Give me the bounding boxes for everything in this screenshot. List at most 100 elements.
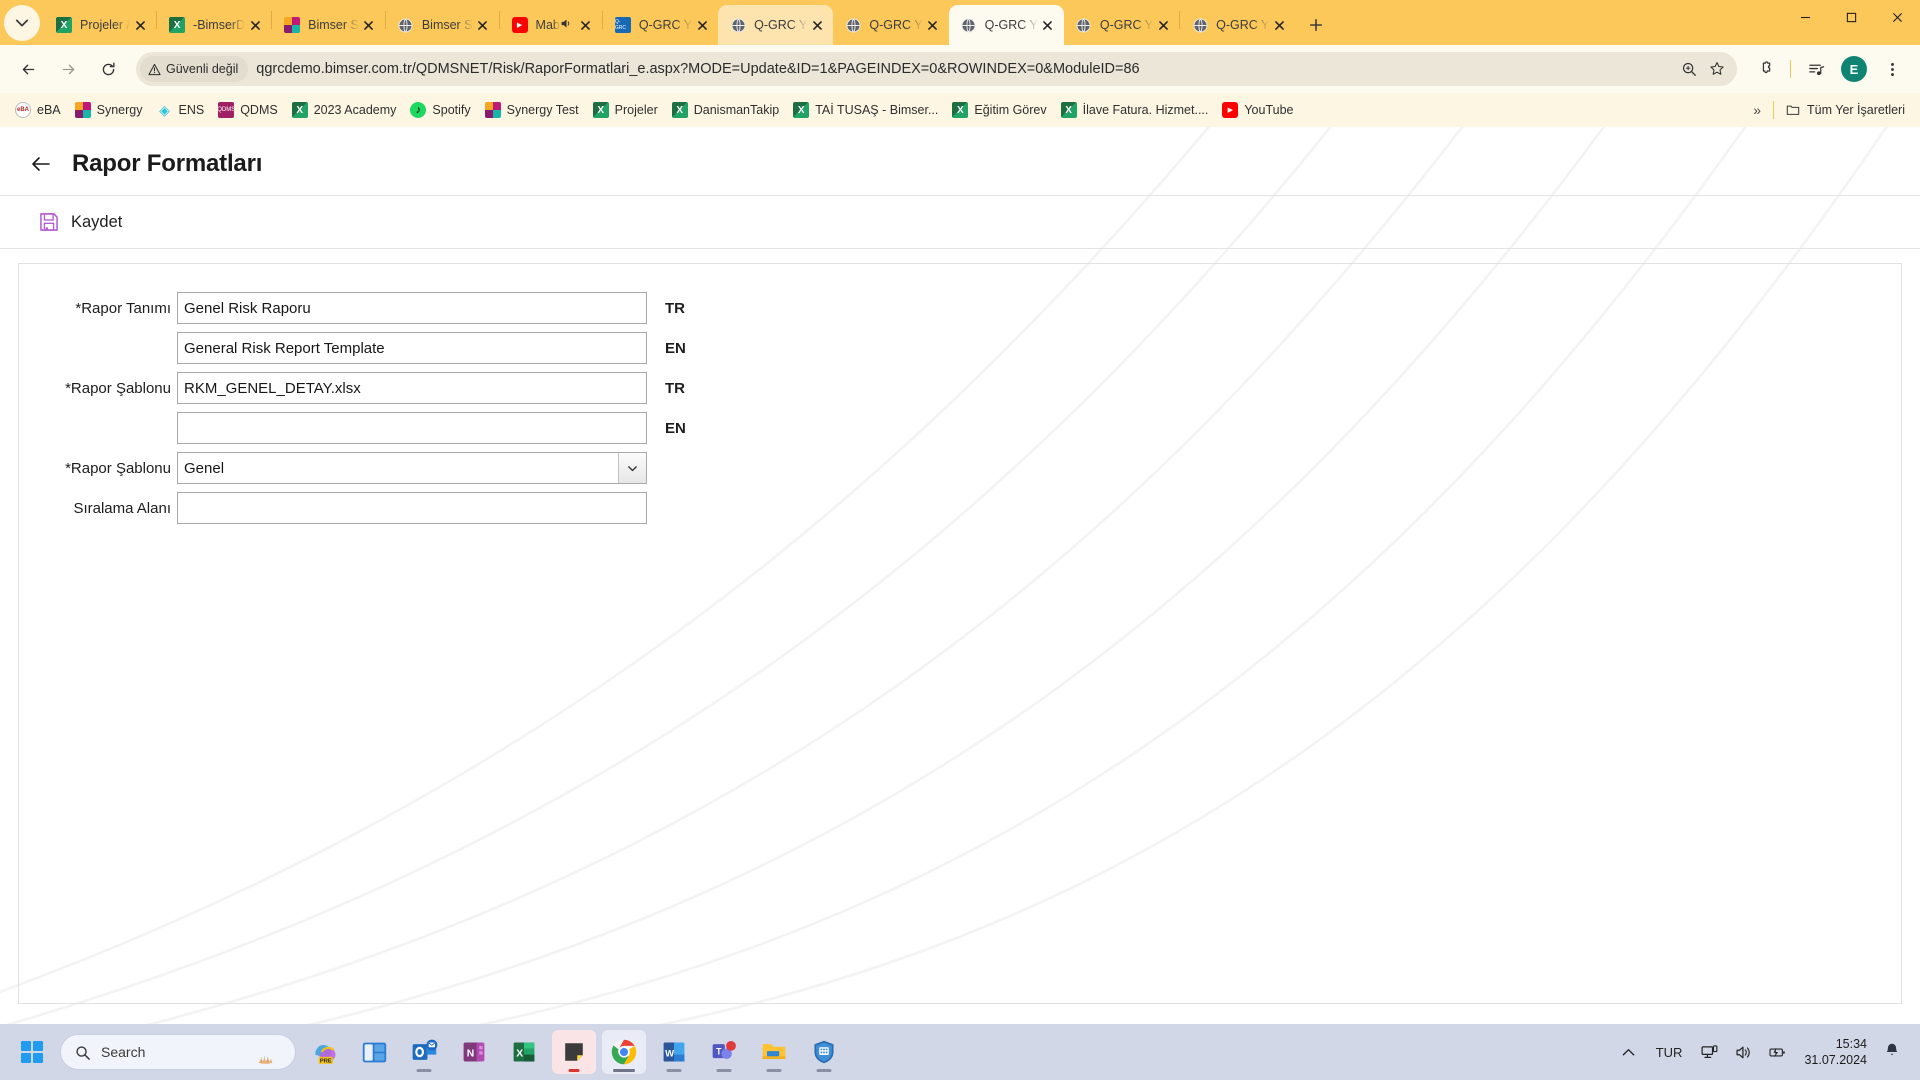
eba-icon: eBA <box>15 102 31 118</box>
close-button[interactable] <box>1874 0 1920 34</box>
word-button[interactable]: W <box>652 1030 696 1074</box>
tab-close-button[interactable] <box>1038 15 1058 35</box>
form-row: Sıralama Alanı <box>19 492 1901 524</box>
browser-tab[interactable]: X Projeler / <box>44 5 156 45</box>
tab-close-button[interactable] <box>1269 15 1289 35</box>
siralama-alani[interactable] <box>177 492 647 524</box>
browser-tab[interactable]: Bimser S <box>386 5 499 45</box>
bookmark-button[interactable] <box>1703 55 1731 83</box>
chevron-down-icon[interactable] <box>618 453 646 483</box>
extensions-button[interactable] <box>1748 52 1782 86</box>
ens-icon: ◈ <box>159 101 170 118</box>
bookmark-item[interactable]: ▶ YouTube <box>1215 97 1300 123</box>
security-button[interactable] <box>802 1030 846 1074</box>
browser-tab[interactable]: Bimser S <box>272 5 385 45</box>
network-button[interactable] <box>1694 1038 1725 1067</box>
bookmark-item[interactable]: ◈ ENS <box>150 97 212 123</box>
teams-button[interactable]: T <box>702 1030 746 1074</box>
zoom-button[interactable] <box>1675 55 1703 83</box>
tab-close-button[interactable] <box>923 15 943 35</box>
browser-tab[interactable]: Q-GRC Y <box>948 5 1064 45</box>
bookmark-item[interactable]: X Projeler <box>586 97 665 123</box>
bookmark-item[interactable]: Synergy <box>68 97 150 123</box>
rapor-tanimi-tr[interactable] <box>177 292 647 324</box>
minimize-button[interactable] <box>1782 0 1828 34</box>
tab-close-button[interactable] <box>1153 15 1173 35</box>
notification-button[interactable] <box>1878 1036 1906 1069</box>
browser-tab[interactable]: Q-GRC Y <box>718 5 834 45</box>
language-indicator[interactable]: TUR <box>1647 1039 1692 1066</box>
onenote-button[interactable]: N <box>452 1030 496 1074</box>
security-icon <box>814 1040 834 1064</box>
address-bar[interactable]: Güvenli değil qgrcdemo.bimser.com.tr/QDM… <box>136 52 1737 86</box>
tab-search-button[interactable] <box>4 5 40 41</box>
new-tab-button[interactable] <box>1301 10 1331 40</box>
back-button[interactable] <box>11 52 45 86</box>
media-control-button[interactable] <box>1799 52 1833 86</box>
synergy-icon <box>484 102 501 118</box>
browser-tab[interactable]: Q-GRC Q-GRC Y <box>603 5 718 45</box>
excel-icon: X <box>592 102 609 118</box>
rapor-sablonu-en[interactable] <box>177 412 647 444</box>
browser-tab[interactable]: Q-GRC Y <box>1064 5 1179 45</box>
bookmark-item[interactable]: X TAİ TUSAŞ - Bimser... <box>786 97 945 123</box>
rapor-tanimi-en[interactable] <box>177 332 647 364</box>
bookmarks-overflow-button[interactable]: » <box>1745 102 1769 118</box>
page-back-button[interactable] <box>24 147 58 181</box>
browser-tab[interactable]: ▶ Mab <box>500 5 602 45</box>
tab-close-button[interactable] <box>245 15 265 35</box>
excel-button[interactable]: X <box>502 1030 546 1074</box>
bookmark-item[interactable]: QDMS QDMS <box>211 97 285 123</box>
tab-close-button[interactable] <box>130 15 150 35</box>
chrome-menu-button[interactable] <box>1875 52 1909 86</box>
running-indicator <box>816 1068 832 1072</box>
clock-date: 31.07.2024 <box>1804 1053 1867 1067</box>
reload-button[interactable] <box>91 52 125 86</box>
volume-button[interactable] <box>1728 1038 1759 1067</box>
puzzle-icon <box>1762 60 1770 73</box>
tray-overflow-button[interactable] <box>1613 1038 1644 1067</box>
tab-audio-icon[interactable] <box>560 17 576 33</box>
tab-close-button[interactable] <box>692 15 712 35</box>
clock[interactable]: 15:34 31.07.2024 <box>1796 1036 1875 1068</box>
form-row: EN <box>19 332 1901 364</box>
bookmark-item[interactable]: Synergy Test <box>478 97 586 123</box>
page-header: Rapor Formatları <box>0 127 1920 195</box>
maximize-button[interactable] <box>1828 0 1874 34</box>
chrome-button[interactable] <box>602 1030 646 1074</box>
browser-tab[interactable]: Q-GRC Y <box>1180 5 1295 45</box>
forward-button[interactable] <box>51 52 85 86</box>
svg-text:W: W <box>665 1048 674 1059</box>
tab-title: Q-GRC Y <box>1216 18 1270 32</box>
bookmark-item[interactable]: X DanismanTakip <box>665 97 786 123</box>
onenote-icon: N <box>463 1042 485 1062</box>
bookmark-item[interactable]: X İlave Fatura. Hizmet.... <box>1054 97 1216 123</box>
all-bookmarks-button[interactable]: Tüm Yer İşaretleri <box>1778 97 1912 123</box>
bookmark-item[interactable]: X Eğitim Görev <box>945 97 1053 123</box>
sticky-notes-button[interactable] <box>552 1030 596 1074</box>
bookmark-item[interactable]: eBA eBA <box>8 97 68 123</box>
file-explorer-button[interactable] <box>752 1030 796 1074</box>
teams-icon: T <box>712 1040 736 1059</box>
copilot-button[interactable]: PRE <box>302 1030 346 1074</box>
tab-close-button[interactable] <box>576 15 596 35</box>
rapor-sablonu-tr[interactable] <box>177 372 647 404</box>
bookmark-item[interactable]: ♪ Spotify <box>403 97 477 123</box>
bookmark-item[interactable]: X 2023 Academy <box>285 97 404 123</box>
browser-tab[interactable]: Q-GRC Y <box>833 5 948 45</box>
outlook-button[interactable] <box>402 1030 446 1074</box>
save-button[interactable]: Kaydet <box>32 208 128 236</box>
start-button[interactable] <box>10 1030 54 1074</box>
rapor-sablonu-select[interactable]: Genel <box>177 452 647 484</box>
site-security-badge[interactable]: Güvenli değil <box>140 56 249 82</box>
browser-tab[interactable]: X -BimserD <box>157 5 271 45</box>
tab-close-button[interactable] <box>359 15 379 35</box>
profile-avatar[interactable]: E <box>1841 56 1867 82</box>
widgets-button[interactable] <box>352 1030 396 1074</box>
battery-button[interactable] <box>1762 1038 1793 1067</box>
tab-close-button[interactable] <box>807 15 827 35</box>
battery-charging-icon <box>1769 1047 1786 1057</box>
tab-close-button[interactable] <box>473 15 493 35</box>
running-indicator <box>716 1068 732 1072</box>
taskbar-search[interactable]: Search <box>60 1034 296 1070</box>
